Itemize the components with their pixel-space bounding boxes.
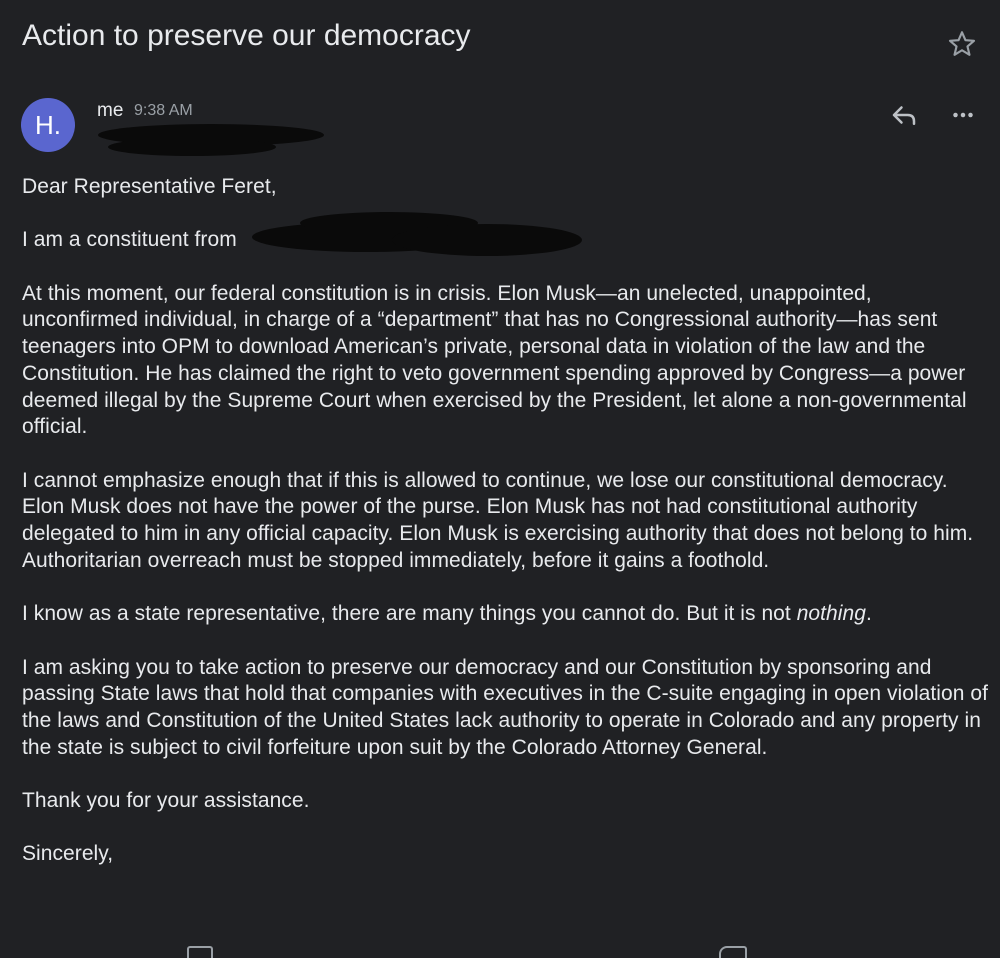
paragraph-request: I am asking you to take action to preser… [22, 655, 988, 759]
paragraph3-emphasis: nothing [796, 602, 866, 626]
sent-time: 9:38 AM [134, 102, 193, 119]
star-icon[interactable] [946, 28, 978, 60]
avatar[interactable]: H. [21, 98, 75, 152]
more-options-icon[interactable] [946, 100, 980, 130]
email-body: Dear Representative Feret, I am a consti… [22, 174, 992, 895]
location-redaction-3 [392, 224, 582, 256]
thanks-line: Thank you for your assistance. [22, 789, 310, 813]
bottom-toolbar-icon-right[interactable] [719, 946, 747, 958]
closing-line: Sincerely, [22, 842, 114, 866]
paragraph3-end: . [865, 602, 872, 626]
paragraph-state-rep: I know as a state representative, there … [22, 601, 992, 628]
bottom-toolbar-icon-left[interactable] [187, 946, 213, 958]
email-subject: Action to preserve our democracy [22, 19, 471, 52]
paragraph-crisis: At this moment, our federal constitution… [22, 281, 967, 439]
sender-name: me [97, 100, 124, 121]
constituent-text: I am a constituent from [22, 228, 237, 252]
reply-icon[interactable] [888, 100, 920, 130]
paragraph-emphasis: I cannot emphasize enough that if this i… [22, 468, 974, 572]
greeting: Dear Representative Feret, [22, 175, 277, 198]
recipient-redaction-2 [108, 138, 276, 156]
paragraph3-start: I know as a state representative, there … [22, 602, 797, 626]
